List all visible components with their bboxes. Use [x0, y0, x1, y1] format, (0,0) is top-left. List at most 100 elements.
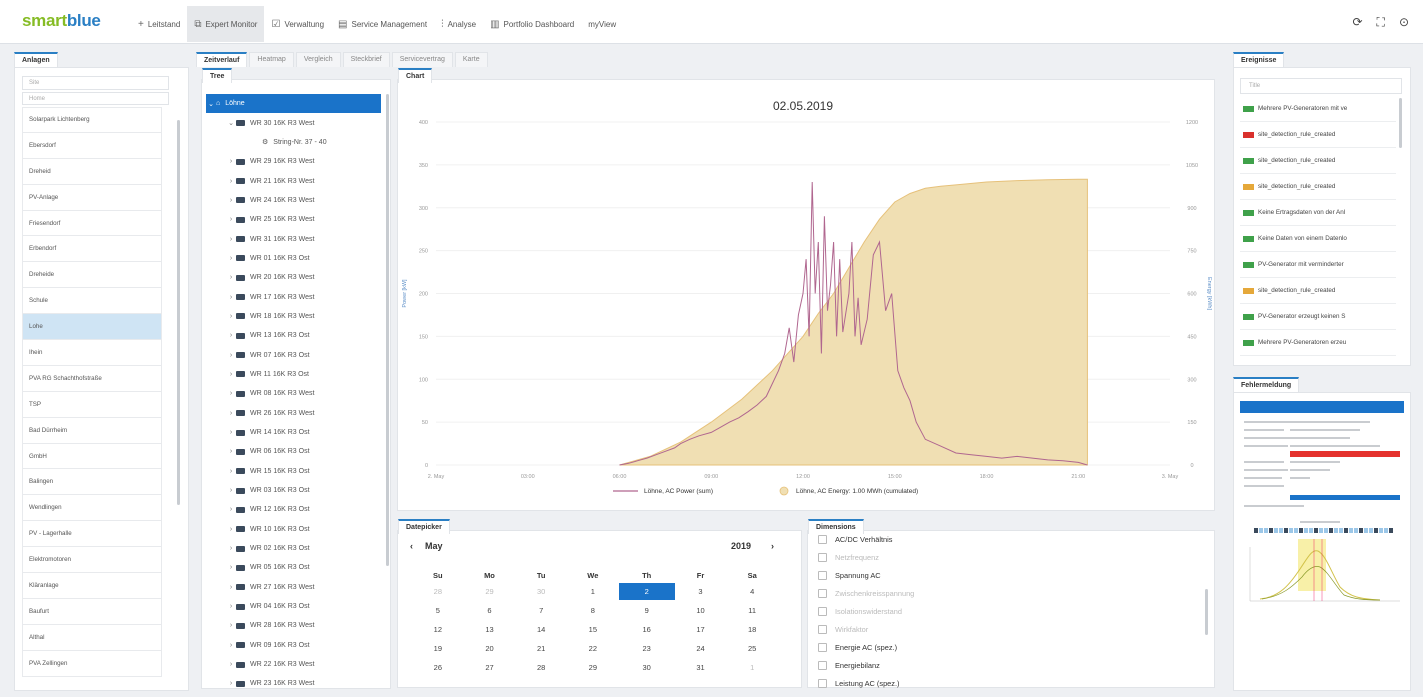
calendar-day[interactable]: 28: [412, 582, 464, 601]
tree-node[interactable]: › WR 24 16K R3 West: [206, 191, 381, 210]
site-list-item[interactable]: Kläranlage: [22, 573, 162, 599]
tree-node[interactable]: › WR 21 16K R3 West: [206, 171, 381, 190]
event-item[interactable]: PV-Generator erzeugt keinen S: [1240, 304, 1396, 330]
dimension-option[interactable]: AC/DC Verhältnis: [818, 530, 1198, 548]
calendar-day[interactable]: 3: [675, 582, 727, 601]
tree-node[interactable]: › WR 11 16K R3 Ost: [206, 365, 381, 384]
calendar-day[interactable]: 23: [619, 639, 675, 658]
tree-node[interactable]: › WR 01 16K R3 Ost: [206, 249, 381, 268]
event-item[interactable]: Keine Ertragsdaten von der Anl: [1240, 200, 1396, 226]
calendar-day[interactable]: 15: [567, 620, 619, 639]
tree-scrollbar[interactable]: [386, 94, 389, 566]
tab-ereignisse[interactable]: Ereignisse: [1233, 52, 1285, 67]
event-item[interactable]: PV-Generator mit verminderter: [1240, 252, 1396, 278]
refresh-icon[interactable]: ⟳: [1352, 15, 1362, 30]
calendar-day[interactable]: 1: [726, 658, 778, 677]
site-list-scrollbar[interactable]: [177, 120, 180, 505]
tree-node[interactable]: › WR 12 16K R3 Ost: [206, 500, 381, 519]
prev-month-button[interactable]: ‹: [410, 541, 413, 551]
event-item[interactable]: site_detection_rule_created: [1240, 278, 1396, 304]
smartblue-logo[interactable]: smartblue: [22, 11, 101, 31]
dimension-option[interactable]: Netzfrequenz: [818, 548, 1198, 566]
tree-root[interactable]: ⌄ ⌂ Löhne: [206, 94, 381, 114]
site-list-item[interactable]: Elektromotoren: [22, 547, 162, 574]
dimension-option[interactable]: Leistung AC (spez.): [818, 674, 1198, 692]
event-item[interactable]: site_detection_rule_created: [1240, 174, 1396, 200]
calendar-day[interactable]: 10: [675, 601, 727, 620]
calendar-day[interactable]: 28: [515, 658, 567, 677]
event-item[interactable]: site_detection_rule_created: [1240, 148, 1396, 174]
tree-node-string[interactable]: ⚙ String-Nr. 37 - 40: [206, 133, 381, 152]
user-icon[interactable]: ⊙: [1399, 15, 1409, 30]
event-filter-input[interactable]: Title: [1240, 78, 1402, 94]
site-list-item[interactable]: PVA Zellingen: [22, 650, 162, 677]
tree-node[interactable]: › WR 20 16K R3 West: [206, 268, 381, 287]
dimensions-scrollbar[interactable]: [1205, 589, 1208, 635]
site-list-item[interactable]: Erbendorf: [22, 236, 162, 263]
tab-steckbrief[interactable]: Steckbrief: [342, 52, 390, 67]
tab-anlagen[interactable]: Anlagen: [14, 52, 58, 67]
event-scrollbar[interactable]: [1399, 98, 1402, 148]
tree-node[interactable]: › WR 06 16K R3 Ost: [206, 442, 381, 461]
tree-node[interactable]: › WR 17 16K R3 West: [206, 287, 381, 306]
site-list-item[interactable]: Ebersdorf: [22, 132, 162, 159]
tree-node[interactable]: › WR 07 16K R3 Ost: [206, 345, 381, 364]
calendar-day[interactable]: 30: [515, 582, 567, 601]
tree-node[interactable]: › WR 03 16K R3 Ost: [206, 481, 381, 500]
nav-item-analyse[interactable]: ⫶ Analyse: [434, 6, 483, 42]
site-list-item[interactable]: Dreheide: [22, 262, 162, 289]
nav-item-verwaltung[interactable]: ☑ Verwaltung: [264, 6, 331, 42]
dimension-option[interactable]: Energiebilanz: [818, 656, 1198, 674]
tab-tree[interactable]: Tree: [202, 68, 233, 83]
site-list-item[interactable]: Althal: [22, 624, 162, 651]
dimension-checkbox[interactable]: [818, 660, 827, 670]
tree-node[interactable]: › WR 25 16K R3 West: [206, 210, 381, 229]
tree-node[interactable]: › WR 10 16K R3 Ost: [206, 520, 381, 539]
site-list-item[interactable]: PVA RG Schachthofstraße: [22, 365, 162, 392]
tab-vergleich[interactable]: Vergleich: [295, 52, 341, 67]
dimension-checkbox[interactable]: [818, 624, 827, 634]
calendar-day[interactable]: 7: [515, 601, 567, 620]
site-list-item[interactable]: Ihein: [22, 340, 162, 366]
calendar-day[interactable]: 29: [464, 582, 516, 601]
fullscreen-icon[interactable]: ⛶: [1377, 15, 1385, 30]
calendar-day[interactable]: 13: [464, 620, 516, 639]
calendar-day[interactable]: 26: [412, 658, 464, 677]
next-month-button[interactable]: ›: [771, 541, 774, 551]
calendar-day[interactable]: 16: [619, 620, 675, 639]
dimension-option[interactable]: Wirkfaktor: [818, 620, 1198, 638]
nav-item-myview[interactable]: myView: [581, 6, 623, 42]
tab-datepicker[interactable]: Datepicker: [398, 519, 450, 534]
site-list-item[interactable]: PV - Lagerhalle: [22, 521, 162, 548]
tree-node-expanded[interactable]: ⌄ WR 30 16K R3 West: [206, 113, 381, 132]
nav-item-leitstand[interactable]: + Leitstand: [131, 6, 187, 42]
tree-node[interactable]: › WR 08 16K R3 West: [206, 384, 381, 403]
calendar-day[interactable]: 22: [567, 639, 619, 658]
tree-node[interactable]: › WR 02 16K R3 Ost: [206, 539, 381, 558]
site-list-item[interactable]: Dreheid: [22, 158, 162, 185]
site-list-item[interactable]: PV-Anlage: [22, 184, 162, 211]
calendar-day[interactable]: 9: [619, 601, 675, 620]
calendar-day[interactable]: 19: [412, 639, 464, 658]
site-list-item[interactable]: Lohe: [22, 314, 162, 341]
tab-heatmap[interactable]: Heatmap: [249, 52, 294, 67]
error-report-thumbnail[interactable]: [1240, 401, 1404, 661]
dimension-checkbox[interactable]: [818, 678, 827, 688]
tree-node[interactable]: › WR 13 16K R3 Ost: [206, 326, 381, 345]
tree-node[interactable]: › WR 22 16K R3 West: [206, 655, 381, 674]
tree-node[interactable]: › WR 27 16K R3 West: [206, 578, 381, 597]
calendar-day[interactable]: 21: [515, 639, 567, 658]
calendar-day[interactable]: 24: [675, 639, 727, 658]
calendar-day[interactable]: 25: [726, 639, 778, 658]
calendar-day-selected[interactable]: 2: [618, 582, 675, 601]
dimension-checkbox[interactable]: [818, 552, 827, 562]
calendar-day[interactable]: 29: [567, 658, 619, 677]
home-filter[interactable]: Home: [22, 92, 169, 105]
site-list-item[interactable]: Baufurt: [22, 598, 162, 625]
calendar-day[interactable]: 27: [464, 658, 516, 677]
nav-item-expert-monitor[interactable]: ⧉ Expert Monitor: [187, 6, 265, 42]
site-list-item[interactable]: Friesendorf: [22, 210, 162, 237]
calendar-day[interactable]: 8: [567, 601, 619, 620]
tab-fehlermeldung[interactable]: Fehlermeldung: [1233, 377, 1300, 392]
tree-node[interactable]: › WR 09 16K R3 Ost: [206, 636, 381, 655]
